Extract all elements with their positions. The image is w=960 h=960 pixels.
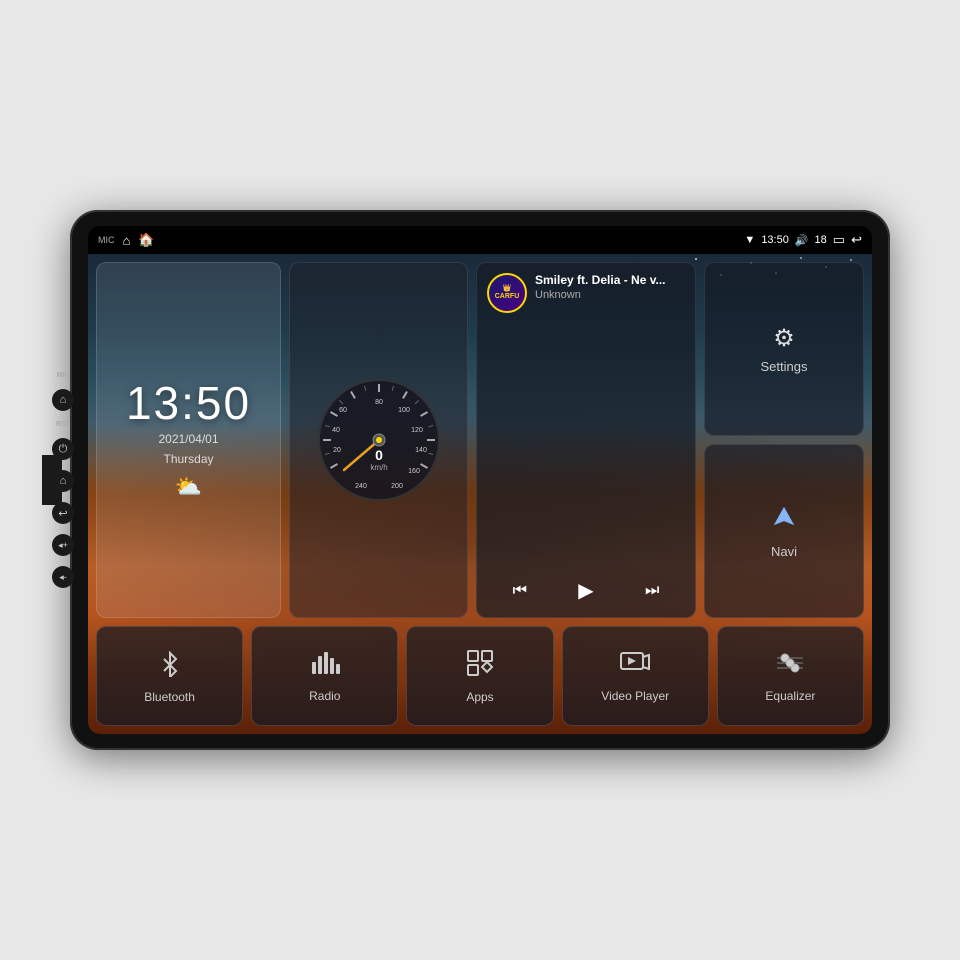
svg-text:60: 60 xyxy=(339,407,347,414)
svg-text:20: 20 xyxy=(333,447,341,454)
video-player-button[interactable]: Video Player xyxy=(562,626,709,726)
music-logo: 👑 CARFU xyxy=(487,273,527,313)
car-head-unit: MIC ⌂ RST ⏻ ⌂ ↩ ◂+ ◂- MIC ⌂ 🏠 ▼ 13:50 🔊 … xyxy=(70,210,890,750)
apps-icon xyxy=(466,649,494,684)
clock-minutes: 50 xyxy=(196,380,251,426)
svg-text:240: 240 xyxy=(355,483,367,490)
clock-day: Thursday xyxy=(163,452,213,466)
music-widget[interactable]: 👑 CARFU Smiley ft. Delia - Ne v... Unkno… xyxy=(476,262,696,618)
svg-text:100: 100 xyxy=(398,407,410,414)
navi-label: Navi xyxy=(771,544,797,559)
volume-status-icon: 🔊 xyxy=(795,234,809,247)
bluetooth-icon xyxy=(156,649,184,684)
svg-text:km/h: km/h xyxy=(370,463,387,472)
speedometer-widget: 80 100 120 140 160 200 240 60 40 20 xyxy=(289,262,468,618)
status-time: 13:50 xyxy=(761,234,789,246)
home-side-button[interactable]: ⌂ xyxy=(52,389,74,411)
right-widget-col: ⚙ Settings Navi xyxy=(704,262,864,618)
home-status-icon[interactable]: ⌂ xyxy=(123,233,131,248)
svg-text:200: 200 xyxy=(391,483,403,490)
clock-widget[interactable]: 13 : 50 2021/04/01 Thursday ⛅ xyxy=(96,262,281,618)
status-bar: MIC ⌂ 🏠 ▼ 13:50 🔊 18 ▭ ↩ xyxy=(88,226,872,254)
bottom-app-row: Bluetooth Radio xyxy=(96,626,864,726)
apps-button[interactable]: Apps xyxy=(406,626,553,726)
power-side-button[interactable]: ⏻ xyxy=(52,438,74,460)
music-controls: ⏮ ▶ ⏭ xyxy=(487,566,685,607)
svg-text:120: 120 xyxy=(411,427,423,434)
music-prev-button[interactable]: ⏮ xyxy=(505,578,535,604)
radio-button[interactable]: Radio xyxy=(251,626,398,726)
settings-icon: ⚙ xyxy=(773,324,795,353)
music-next-button[interactable]: ⏭ xyxy=(637,578,667,604)
video-icon xyxy=(620,650,650,683)
clock-separator: : xyxy=(181,380,196,426)
screen-bezel: MIC ⌂ 🏠 ▼ 13:50 🔊 18 ▭ ↩ xyxy=(88,226,872,734)
clock-hours: 13 xyxy=(126,380,181,426)
top-widget-row: 13 : 50 2021/04/01 Thursday ⛅ xyxy=(96,262,864,618)
svg-text:80: 80 xyxy=(375,399,383,406)
equalizer-button[interactable]: Equalizer xyxy=(717,626,864,726)
bluetooth-label: Bluetooth xyxy=(144,690,195,704)
music-artist: Unknown xyxy=(535,289,685,301)
bluetooth-button[interactable]: Bluetooth xyxy=(96,626,243,726)
house-status-icon[interactable]: 🏠 xyxy=(138,232,154,248)
equalizer-label: Equalizer xyxy=(765,689,815,703)
clock-date: 2021/04/01 xyxy=(158,432,218,446)
volume-level: 18 xyxy=(815,234,827,246)
vol-down-side-button[interactable]: ◂- xyxy=(52,566,74,588)
navi-button[interactable]: Navi xyxy=(704,444,864,618)
radio-icon xyxy=(310,650,340,683)
speedometer-svg: 80 100 120 140 160 200 240 60 40 20 xyxy=(309,370,449,510)
settings-button[interactable]: ⚙ Settings xyxy=(704,262,864,436)
music-play-button[interactable]: ▶ xyxy=(570,574,601,607)
back-side-button[interactable]: ↩ xyxy=(52,502,74,524)
svg-text:40: 40 xyxy=(332,427,340,434)
screen-content: 13 : 50 2021/04/01 Thursday ⛅ xyxy=(88,254,872,734)
weather-icon: ⛅ xyxy=(175,474,202,500)
navi-icon xyxy=(770,503,798,538)
svg-text:160: 160 xyxy=(408,468,420,475)
vol-up-side-button[interactable]: ◂+ xyxy=(52,534,74,556)
mic-status-label: MIC xyxy=(98,235,115,245)
music-title: Smiley ft. Delia - Ne v... xyxy=(535,273,685,287)
settings-label: Settings xyxy=(761,359,808,374)
apps-label: Apps xyxy=(466,690,493,704)
back-status-icon[interactable]: ↩ xyxy=(851,232,862,248)
svg-text:140: 140 xyxy=(415,447,427,454)
svg-text:0: 0 xyxy=(375,447,383,463)
window-status-icon[interactable]: ▭ xyxy=(833,232,845,248)
video-label: Video Player xyxy=(601,689,669,703)
rst-label: RST xyxy=(56,421,70,428)
mic-label: MIC xyxy=(56,372,70,379)
equalizer-icon xyxy=(775,650,805,683)
side-buttons-panel: MIC ⌂ RST ⏻ ⌂ ↩ ◂+ ◂- xyxy=(52,372,74,588)
wifi-status-icon: ▼ xyxy=(744,234,755,246)
radio-label: Radio xyxy=(309,689,340,703)
home-side-button2[interactable]: ⌂ xyxy=(52,470,74,492)
